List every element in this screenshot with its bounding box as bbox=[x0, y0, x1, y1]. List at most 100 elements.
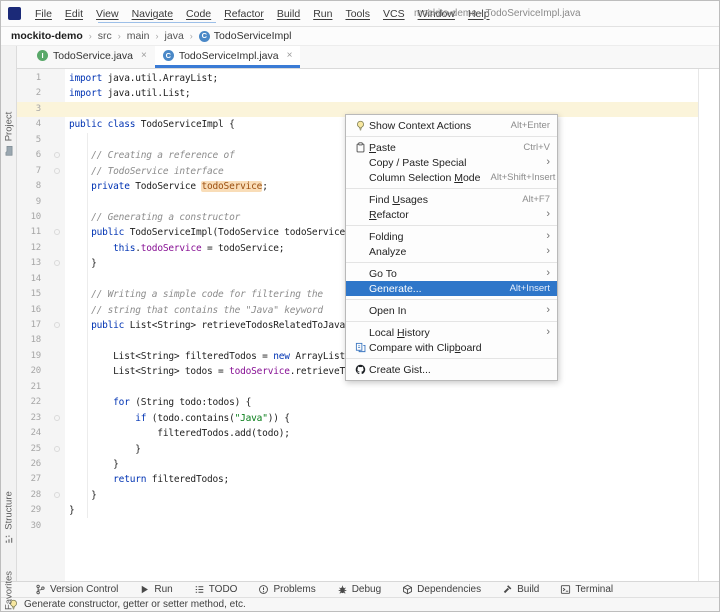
gutter-marker[interactable] bbox=[45, 457, 69, 472]
menubar-item-navigate[interactable]: Navigate bbox=[132, 8, 173, 20]
title-bar: File Edit View Navigate Code Refactor Build Run… bbox=[1, 1, 719, 27]
gutter-marker[interactable] bbox=[45, 426, 69, 441]
gutter-marker[interactable] bbox=[45, 117, 69, 132]
code-line[interactable]: 25 } bbox=[17, 442, 699, 457]
code-line[interactable]: 22 for (String todo:todos) { bbox=[17, 395, 699, 410]
gutter-marker[interactable] bbox=[45, 318, 69, 333]
toolwindow-button-debug[interactable]: Debug bbox=[337, 584, 381, 595]
toolwindow-button-problems[interactable]: Problems bbox=[258, 584, 315, 595]
breadcrumb-item-java[interactable]: java bbox=[165, 30, 184, 42]
gutter-marker[interactable] bbox=[45, 102, 69, 117]
tool-stripe-favorites[interactable]: Favorites bbox=[4, 571, 15, 612]
gutter-marker[interactable] bbox=[45, 210, 69, 225]
gutter-marker[interactable] bbox=[45, 225, 69, 240]
gutter-marker[interactable] bbox=[45, 241, 69, 256]
code-line[interactable]: 1import java.util.ArrayList; bbox=[17, 71, 699, 86]
menu-item-local-history[interactable]: Local History› bbox=[346, 325, 557, 340]
gutter-marker[interactable] bbox=[45, 287, 69, 302]
menu-item-column-selection-mode[interactable]: Column Selection ModeAlt+Shift+Insert bbox=[346, 170, 557, 185]
toolwindow-button-build[interactable]: Build bbox=[502, 584, 539, 595]
gutter-marker[interactable] bbox=[45, 503, 69, 518]
menubar-item-edit[interactable]: Edit bbox=[65, 8, 83, 20]
gutter-marker[interactable] bbox=[45, 256, 69, 271]
line-number: 18 bbox=[17, 333, 45, 348]
gutter-marker[interactable] bbox=[45, 86, 69, 101]
breadcrumb-item-main[interactable]: main bbox=[127, 30, 150, 42]
menu-item-label: Find Usages bbox=[369, 194, 428, 206]
code-line[interactable]: 24 filteredTodos.add(todo); bbox=[17, 426, 699, 441]
gutter-marker[interactable] bbox=[45, 303, 69, 318]
gutter-marker[interactable] bbox=[45, 395, 69, 410]
toolwindow-button-dependencies[interactable]: Dependencies bbox=[402, 584, 481, 595]
menubar-item-build[interactable]: Build bbox=[277, 8, 300, 20]
breadcrumb-item-mockito-demo[interactable]: mockito-demo bbox=[11, 30, 83, 42]
code-line[interactable]: 28 } bbox=[17, 488, 699, 503]
menu-item-generate[interactable]: Generate...Alt+Insert bbox=[346, 281, 557, 296]
submenu-arrow-icon: › bbox=[536, 246, 550, 257]
gutter-marker[interactable] bbox=[45, 133, 69, 148]
menubar-item-run[interactable]: Run bbox=[313, 8, 332, 20]
breadcrumb-class[interactable]: CTodoServiceImpl bbox=[199, 30, 292, 42]
gutter-marker[interactable] bbox=[45, 519, 69, 534]
terminal-icon bbox=[560, 584, 571, 595]
chevron-right-icon: › bbox=[118, 31, 121, 41]
gutter-marker[interactable] bbox=[45, 71, 69, 86]
close-icon[interactable]: × bbox=[141, 50, 147, 61]
menubar-item-file[interactable]: File bbox=[35, 8, 52, 20]
menu-item-find-usages[interactable]: Find UsagesAlt+F7 bbox=[346, 192, 557, 207]
gutter-marker[interactable] bbox=[45, 333, 69, 348]
indent-guide bbox=[87, 133, 88, 518]
gutter-marker[interactable] bbox=[45, 164, 69, 179]
menu-item-compare-with-clipboard[interactable]: Compare with Clipboard bbox=[346, 340, 557, 355]
gutter-marker[interactable] bbox=[45, 380, 69, 395]
menubar-item-code[interactable]: Code bbox=[186, 8, 211, 20]
line-number: 14 bbox=[17, 272, 45, 287]
menu-item-create-gist[interactable]: Create Gist... bbox=[346, 362, 557, 377]
gutter-marker[interactable] bbox=[45, 364, 69, 379]
menu-shortcut: Alt+Shift+Insert bbox=[481, 172, 556, 183]
menu-item-paste[interactable]: PasteCtrl+V bbox=[346, 140, 557, 155]
editor-scrollbar[interactable] bbox=[698, 69, 719, 581]
tab-todoservice-java[interactable]: ITodoService.java× bbox=[29, 46, 155, 68]
toolwindow-label: Problems bbox=[273, 584, 315, 595]
menu-item-go-to[interactable]: Go To› bbox=[346, 266, 557, 281]
menu-item-show-context-actions[interactable]: Show Context ActionsAlt+Enter bbox=[346, 118, 557, 133]
gutter-marker[interactable] bbox=[45, 272, 69, 287]
github-icon bbox=[351, 364, 369, 375]
menubar-item-view[interactable]: View bbox=[96, 8, 119, 20]
menu-item-analyze[interactable]: Analyze› bbox=[346, 244, 557, 259]
tab-label: TodoService.java bbox=[53, 50, 133, 62]
code-line[interactable]: 2import java.util.List; bbox=[17, 86, 699, 101]
toolwindow-button-version-control[interactable]: Version Control bbox=[35, 584, 118, 595]
toolwindow-button-terminal[interactable]: Terminal bbox=[560, 584, 613, 595]
gutter-marker[interactable] bbox=[45, 411, 69, 426]
code-line[interactable]: 23 if (todo.contains("Java")) { bbox=[17, 411, 699, 426]
line-number: 30 bbox=[17, 519, 45, 534]
menu-item-folding[interactable]: Folding› bbox=[346, 229, 557, 244]
close-icon[interactable]: × bbox=[287, 50, 293, 61]
gutter-marker[interactable] bbox=[45, 349, 69, 364]
code-line[interactable]: 21 bbox=[17, 380, 699, 395]
menu-item-copy-paste-special[interactable]: Copy / Paste Special› bbox=[346, 155, 557, 170]
toolwindow-button-todo[interactable]: TODO bbox=[194, 584, 238, 595]
code-line[interactable]: 29} bbox=[17, 503, 699, 518]
menubar-item-refactor[interactable]: Refactor bbox=[224, 8, 264, 20]
tab-todoserviceimpl-java[interactable]: CTodoServiceImpl.java× bbox=[155, 46, 301, 68]
toolwindow-button-run[interactable]: Run bbox=[139, 584, 172, 595]
code-line[interactable]: 26 } bbox=[17, 457, 699, 472]
menubar-item-tools[interactable]: Tools bbox=[345, 8, 370, 20]
code-line[interactable]: 30 bbox=[17, 519, 699, 534]
tool-stripe-structure[interactable]: Structure bbox=[4, 491, 15, 545]
gutter-marker[interactable] bbox=[45, 195, 69, 210]
menu-item-refactor[interactable]: Refactor› bbox=[346, 207, 557, 222]
gutter-marker[interactable] bbox=[45, 472, 69, 487]
gutter-marker[interactable] bbox=[45, 148, 69, 163]
menubar-item-vcs[interactable]: VCS bbox=[383, 8, 405, 20]
menu-item-open-in[interactable]: Open In› bbox=[346, 303, 557, 318]
breadcrumb-item-src[interactable]: src bbox=[98, 30, 112, 42]
gutter-marker[interactable] bbox=[45, 488, 69, 503]
gutter-marker[interactable] bbox=[45, 179, 69, 194]
code-line[interactable]: 27 return filteredTodos; bbox=[17, 472, 699, 487]
tool-stripe-project[interactable]: Project bbox=[4, 112, 15, 157]
gutter-marker[interactable] bbox=[45, 442, 69, 457]
